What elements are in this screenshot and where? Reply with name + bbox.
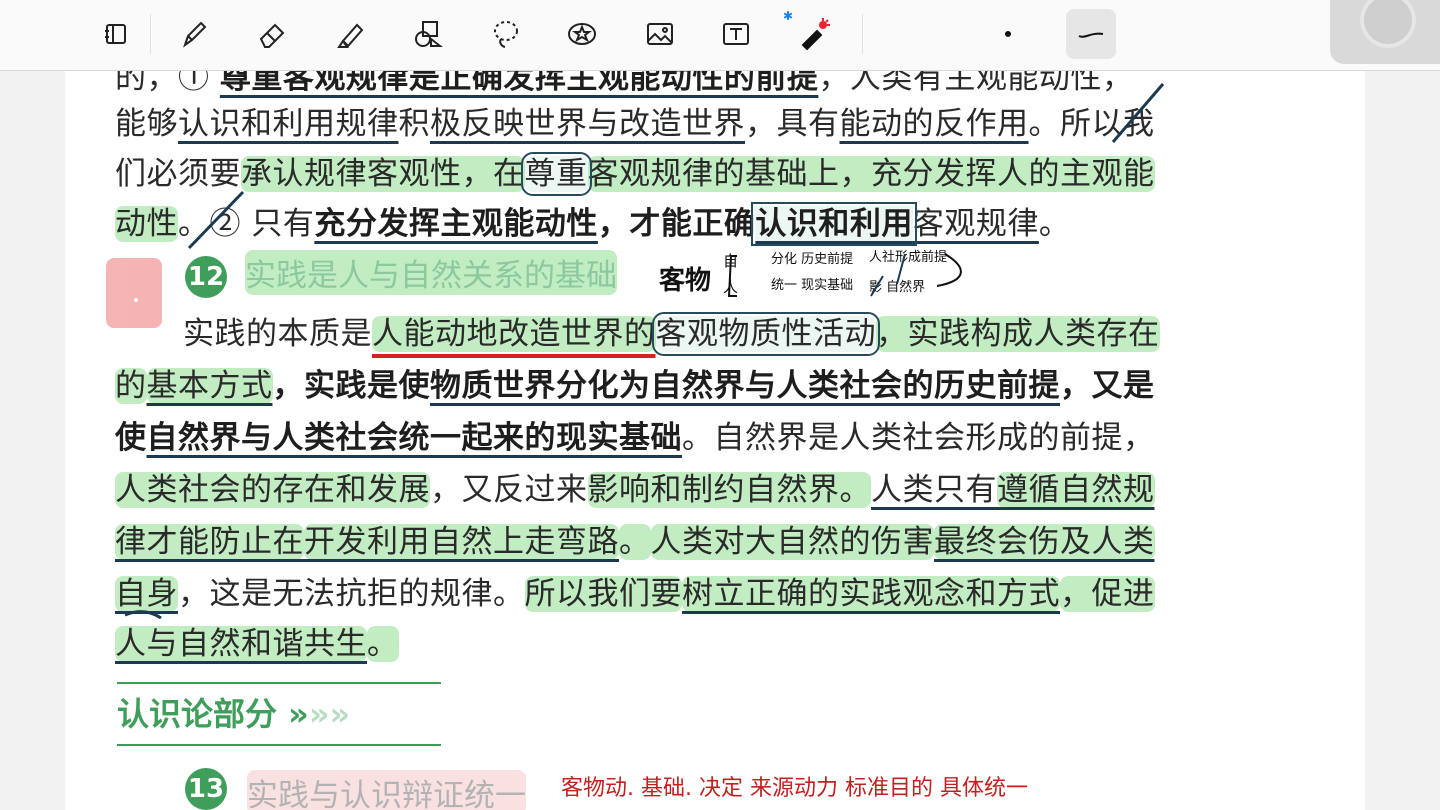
toolbar-divider (150, 14, 151, 54)
eraser-icon[interactable] (250, 12, 294, 56)
stroke-style-icon[interactable] (1066, 9, 1116, 59)
fullscreen-toggle[interactable] (1330, 0, 1440, 64)
dot-size-icon[interactable] (986, 12, 1030, 56)
image-icon[interactable] (638, 12, 682, 56)
laser-pointer-icon[interactable] (792, 12, 836, 56)
ink-strokes (124, 83, 1165, 620)
textbox-icon[interactable] (714, 12, 758, 56)
annotation-toolbar: ✱ (0, 0, 1440, 71)
sticker-icon[interactable] (560, 12, 604, 56)
toolbar-divider (862, 14, 863, 54)
document-page: 的，① 尊重客观规律是正确发挥主观能动性的前提，人类有主观能动性， 能够认识和利… (65, 70, 1365, 810)
layout-icon[interactable] (94, 12, 138, 56)
bookmark-tab[interactable] (106, 258, 162, 328)
pen-icon[interactable] (172, 12, 216, 56)
shapes-icon[interactable] (406, 12, 450, 56)
lasso-icon[interactable] (484, 12, 528, 56)
highlighter-icon[interactable] (328, 12, 372, 56)
